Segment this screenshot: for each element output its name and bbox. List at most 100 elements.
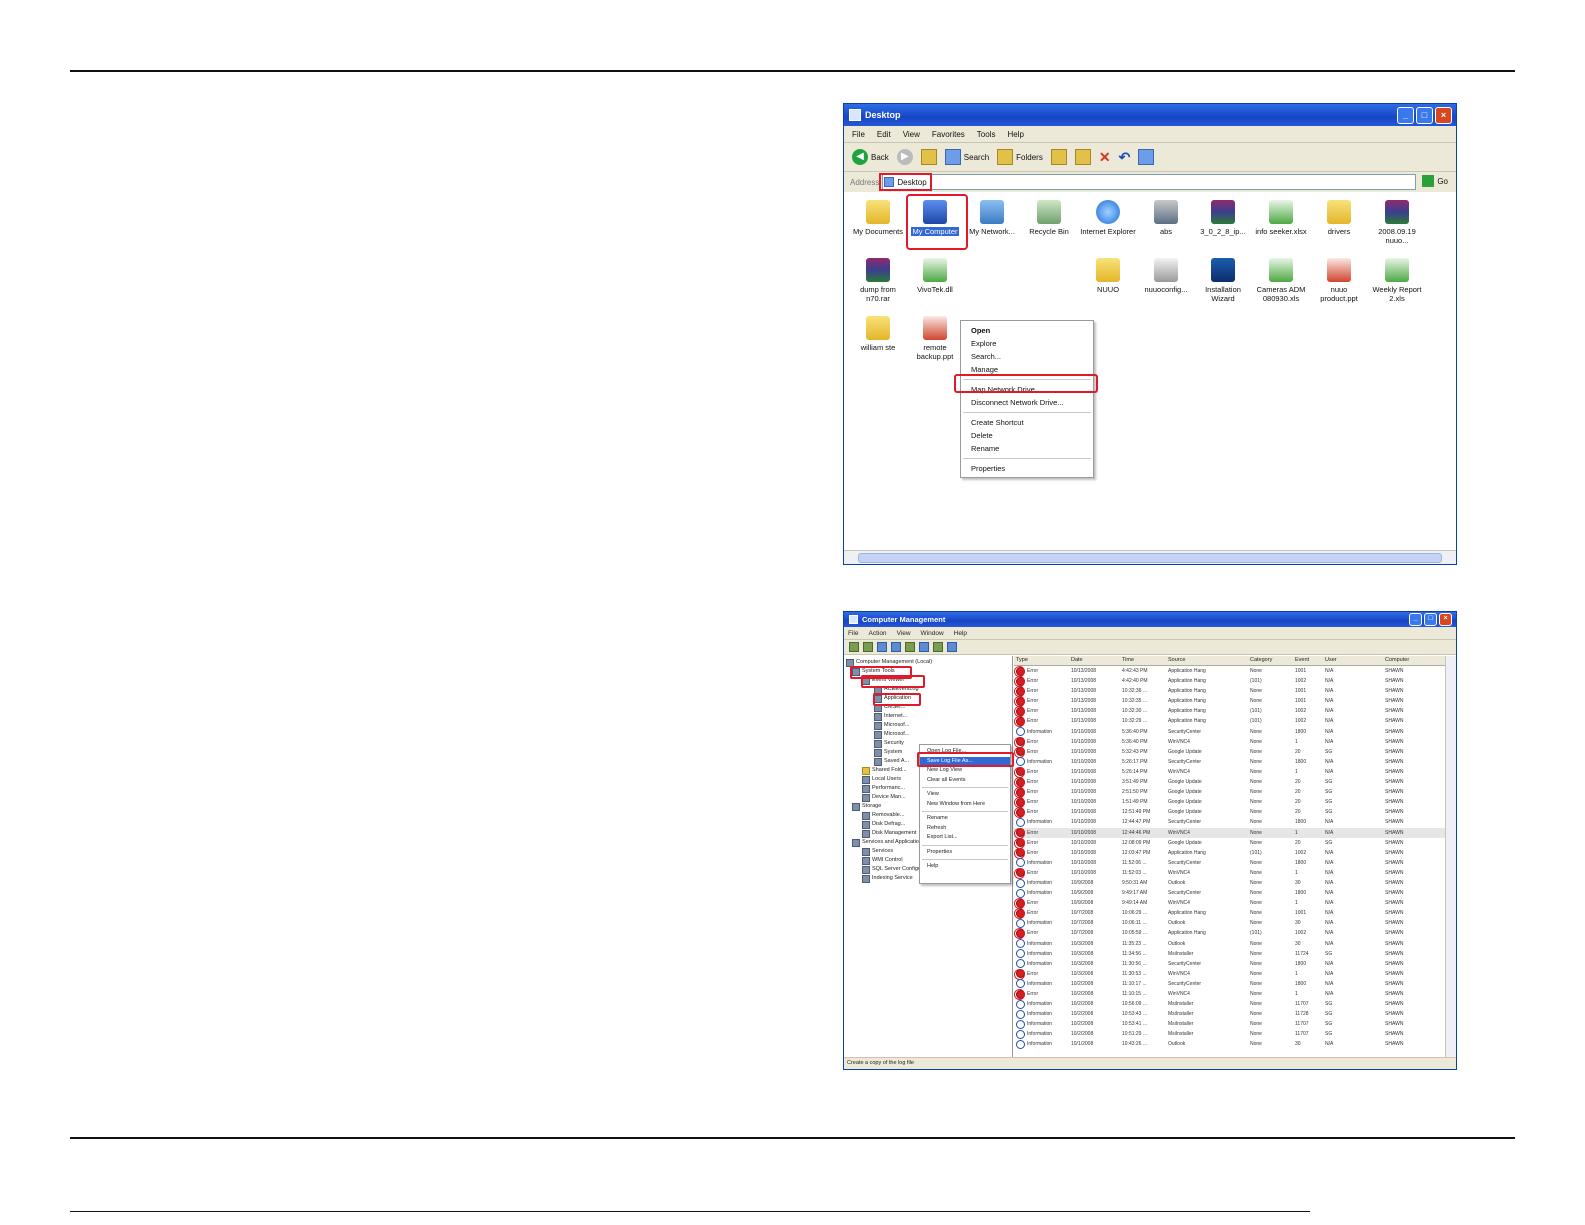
table-row[interactable]: Error 10/10/2008 12:44:46 PM WinVNC4 None 1 N/…: [1014, 827, 1446, 839]
column-type[interactable]: Type: [1014, 656, 1069, 665]
desktop-item[interactable]: drivers: [1311, 200, 1367, 236]
menu-view[interactable]: View: [903, 130, 920, 139]
menu-action[interactable]: Action: [868, 630, 886, 637]
table-row[interactable]: Information 10/7/2008 10:06:11 ... Outlook N…: [1014, 918, 1446, 928]
desktop-item[interactable]: My Network...: [964, 200, 1020, 236]
menu-item-refresh[interactable]: Refresh: [920, 824, 1010, 834]
table-row[interactable]: Error 10/13/2008 10:32:35 ... Application H…: [1014, 696, 1446, 708]
desktop-item[interactable]: dump from n70.rar: [850, 258, 906, 303]
show-tree-icon[interactable]: [891, 642, 901, 652]
desktop-item[interactable]: nuuo product.ppt: [1311, 258, 1367, 303]
tree-node[interactable]: Internet...: [874, 712, 907, 721]
column-date[interactable]: Date: [1069, 656, 1120, 665]
table-row[interactable]: Error 10/13/2008 10:32:36 ... Application H…: [1014, 686, 1446, 698]
tree-node[interactable]: Shared Fold...: [862, 766, 907, 775]
desktop-item[interactable]: william ste: [850, 316, 906, 352]
folders-button[interactable]: Folders: [997, 149, 1043, 165]
table-row[interactable]: Information 10/3/2008 11:30:56 ... Security…: [1014, 959, 1446, 969]
scroll-thumb[interactable]: [858, 553, 1442, 563]
forward-button[interactable]: ▶: [896, 149, 913, 165]
copy-to-button[interactable]: [1074, 149, 1091, 165]
table-row[interactable]: Error 10/10/2008 12:08:09 PM Google Update N…: [1014, 837, 1446, 849]
menu-item-rename[interactable]: Rename: [920, 814, 1010, 824]
column-source[interactable]: Source: [1166, 656, 1248, 665]
table-row[interactable]: Error 10/13/2008 4:42:43 PM Application Han…: [1014, 666, 1446, 677]
desktop-item[interactable]: info seeker.xlsx: [1253, 200, 1309, 236]
table-row[interactable]: Information 10/2/2008 11:10:17 ... Security…: [1014, 979, 1446, 989]
menu-item-clear-all-events[interactable]: Clear all Events: [920, 776, 1010, 786]
undo-button[interactable]: ↶: [1119, 149, 1131, 166]
table-row[interactable]: Information 10/3/2008 11:35:23 ... Outlook N…: [1014, 939, 1446, 949]
tree-node[interactable]: Performanc...: [862, 784, 905, 793]
menu-item-new-log-view[interactable]: New Log View: [920, 766, 1010, 776]
tree-node[interactable]: Disk Management: [862, 829, 916, 838]
export-icon[interactable]: [933, 642, 943, 652]
tree-node[interactable]: System: [874, 748, 902, 757]
menu-edit[interactable]: Edit: [877, 130, 891, 139]
menu-item-delete[interactable]: Delete: [961, 429, 1093, 442]
back-icon[interactable]: [849, 642, 859, 652]
desktop-item[interactable]: Cameras ADM 080930.xls: [1253, 258, 1309, 303]
table-row[interactable]: Error 10/10/2008 5:26:14 PM WinVNC4 None 1 N/A…: [1014, 766, 1446, 778]
delete-button[interactable]: ✕: [1099, 149, 1111, 166]
tree-node[interactable]: Security: [874, 739, 904, 748]
tree-node[interactable]: Microsof...: [874, 730, 909, 739]
menu-help[interactable]: Help: [1007, 130, 1023, 139]
tree-node[interactable]: Device Man...: [862, 793, 906, 802]
tree-node[interactable]: Indexing Service: [862, 874, 913, 883]
forward-icon[interactable]: [863, 642, 873, 652]
menu-item-explore[interactable]: Explore: [961, 337, 1093, 350]
column-computer[interactable]: Computer: [1383, 656, 1435, 665]
desktop-item[interactable]: 3_0_2_8_ip...: [1195, 200, 1251, 236]
menu-file[interactable]: File: [852, 130, 865, 139]
menu-window[interactable]: Window: [921, 630, 944, 637]
menu-help[interactable]: Help: [954, 630, 967, 637]
tree-node[interactable]: Disk Defrag...: [862, 820, 905, 829]
table-row[interactable]: Information 10/2/2008 10:56:09 ... MsiInsta…: [1014, 999, 1446, 1009]
table-row[interactable]: Error 10/7/2008 10:06:29 ... Application Ha…: [1014, 908, 1446, 920]
table-row[interactable]: Error 10/10/2008 5:32:43 PM Google Update No…: [1014, 746, 1446, 758]
desktop-item[interactable]: nuuoconfig...: [1138, 258, 1194, 294]
minimize-button[interactable]: _: [1409, 613, 1422, 626]
desktop-item[interactable]: abs: [1138, 200, 1194, 236]
table-row[interactable]: Error 10/13/2008 4:42:40 PM Application Han…: [1014, 676, 1446, 688]
column-category[interactable]: Category: [1248, 656, 1293, 665]
menu-tools[interactable]: Tools: [977, 130, 996, 139]
menu-file[interactable]: File: [848, 630, 858, 637]
menu-favorites[interactable]: Favorites: [932, 130, 965, 139]
menu-item-create-shortcut[interactable]: Create Shortcut: [961, 416, 1093, 429]
horizontal-scrollbar[interactable]: [844, 550, 1456, 564]
table-row[interactable]: Error 10/13/2008 10:32:29 ... Application H…: [1014, 716, 1446, 728]
table-row[interactable]: Information 10/2/2008 10:53:43 ... MsiInsta…: [1014, 1009, 1446, 1019]
refresh-icon[interactable]: [919, 642, 929, 652]
desktop-item[interactable]: NUUO: [1080, 258, 1136, 294]
menu-item-help[interactable]: Help: [920, 862, 1010, 872]
table-row[interactable]: Error 10/10/2008 3:51:49 PM Google Update No…: [1014, 777, 1446, 789]
column-user[interactable]: User: [1323, 656, 1383, 665]
minimize-button[interactable]: _: [1397, 107, 1414, 124]
column-time[interactable]: Time: [1120, 656, 1166, 665]
up-button[interactable]: [920, 149, 937, 165]
vertical-scrollbar[interactable]: [1445, 656, 1456, 1057]
menu-item-new-window[interactable]: New Window from Here: [920, 800, 1010, 810]
desktop-item[interactable]: VivoTek.dll: [907, 258, 963, 294]
menu-item-export-list[interactable]: Export List...: [920, 833, 1010, 843]
tree-node[interactable]: Services: [862, 847, 893, 856]
menu-item-properties[interactable]: Properties: [920, 848, 1010, 858]
tree-node[interactable]: Saved A...: [874, 757, 909, 766]
desktop-item[interactable]: remote backup.ppt: [907, 316, 963, 361]
table-row[interactable]: Information 10/10/2008 11:52:06 ... Securit…: [1014, 858, 1446, 868]
table-row[interactable]: Error 10/10/2008 11:52:03 ... WinVNC4 None 1 N…: [1014, 867, 1446, 879]
tree-node[interactable]: Microsof...: [874, 721, 909, 730]
table-row[interactable]: Error 10/10/2008 1:51:49 PM Google Update No…: [1014, 797, 1446, 809]
tree-node[interactable]: WMI Control: [862, 856, 903, 865]
menu-item-rename[interactable]: Rename: [961, 442, 1093, 455]
table-row[interactable]: Error 10/7/2008 10:05:59 ... Application Ha…: [1014, 928, 1446, 940]
tree-node[interactable]: Local Users: [862, 775, 901, 784]
table-row[interactable]: Error 10/10/2008 12:51:49 PM Google Update N…: [1014, 807, 1446, 819]
table-row[interactable]: Error 10/9/2008 9:49:14 AM WinVNC4 None 1 N/A S…: [1014, 898, 1446, 910]
tree-node[interactable]: Storage: [852, 802, 881, 811]
menu-item-open[interactable]: Open: [961, 324, 1093, 337]
tree-node[interactable]: Removable...: [862, 811, 904, 820]
table-row[interactable]: Error 10/10/2008 5:36:40 PM WinVNC4 None 1 N/A…: [1014, 736, 1446, 748]
